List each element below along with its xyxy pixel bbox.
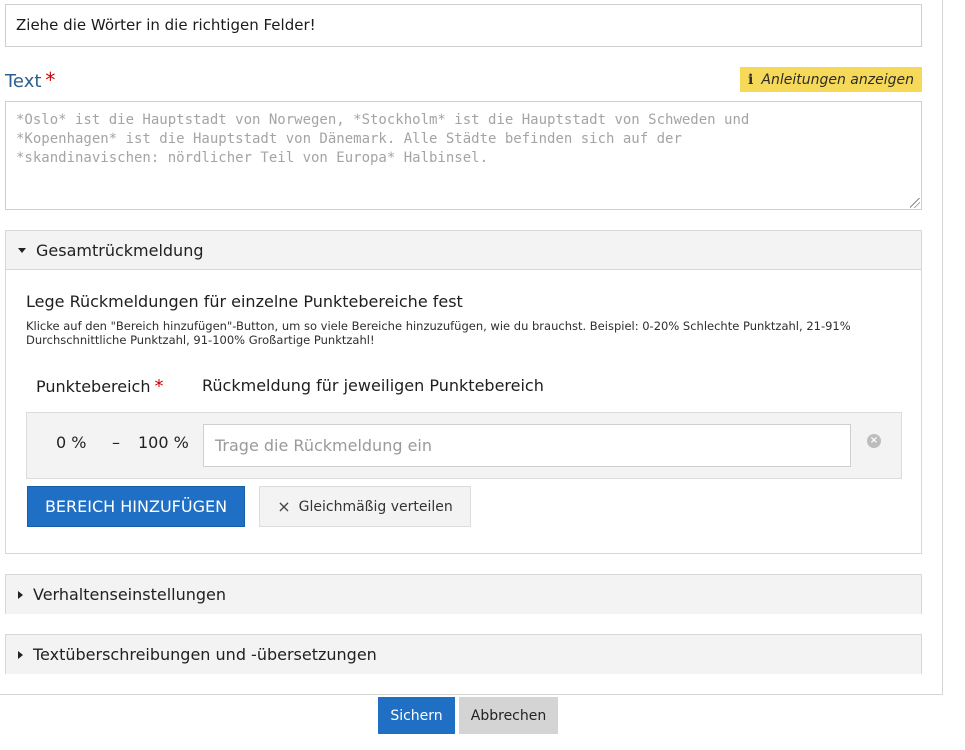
close-icon: × [277, 497, 291, 516]
column-header-feedback: Rückmeldung für jeweiligen Punktebereich [202, 376, 544, 395]
distribute-evenly-button[interactable]: × Gleichmäßig verteilen [259, 486, 471, 527]
remove-range-icon[interactable]: × [867, 434, 881, 448]
feedback-description: Klicke auf den "Bereich hinzufügen"-Butt… [26, 319, 851, 347]
editor-frame: Ziehe die Wörter in die richtigen Felder… [0, 0, 943, 695]
range-from-value[interactable]: 0 % [56, 433, 86, 452]
overall-feedback-header[interactable]: Gesamtrückmeldung [6, 231, 921, 270]
show-instructions-label: Anleitungen anzeigen [761, 71, 914, 88]
feedback-text-input[interactable]: Trage die Rückmeldung ein [203, 424, 851, 467]
caret-right-icon [18, 650, 23, 659]
caret-down-icon [18, 247, 26, 253]
task-title-input[interactable]: Ziehe die Wörter in die richtigen Felder… [5, 4, 922, 47]
cancel-button[interactable]: Abbrechen [459, 697, 558, 734]
caret-right-icon [18, 590, 23, 599]
feedback-range-row: 0 % – 100 % Trage die Rückmeldung ein × [26, 412, 902, 479]
resize-grip-icon[interactable] [910, 198, 920, 208]
text-input-area[interactable]: *Oslo* ist die Hauptstadt von Norwegen, … [5, 101, 922, 210]
text-label: Text [5, 71, 42, 92]
text-field-label: Text * [5, 68, 55, 92]
feedback-heading: Lege Rückmeldungen für einzelne Punktebe… [26, 292, 463, 311]
column-header-range: Punktebereich * [36, 376, 163, 397]
distribute-evenly-label: Gleichmäßig verteilen [298, 498, 453, 515]
overall-feedback-title: Gesamtrückmeldung [36, 240, 204, 260]
overall-feedback-section: Gesamtrückmeldung Lege Rückmeldungen für… [5, 230, 922, 554]
behaviour-settings-section: Verhaltenseinstellungen [5, 574, 922, 614]
info-icon: i [748, 71, 754, 88]
add-range-button[interactable]: BEREICH HINZUFÜGEN [27, 486, 245, 527]
text-overrides-header[interactable]: Textüberschreibungen und -übersetzungen [6, 635, 921, 674]
range-separator: – [112, 433, 120, 452]
required-marker: * [154, 376, 164, 397]
text-overrides-title: Textüberschreibungen und -übersetzungen [33, 645, 377, 664]
behaviour-settings-header[interactable]: Verhaltenseinstellungen [6, 575, 921, 614]
required-marker: * [45, 68, 56, 92]
save-button[interactable]: Sichern [378, 697, 455, 734]
show-instructions-button[interactable]: i Anleitungen anzeigen [740, 67, 922, 92]
text-overrides-section: Textüberschreibungen und -übersetzungen [5, 634, 922, 674]
column-range-label: Punktebereich [36, 377, 151, 396]
range-to-value[interactable]: 100 % [138, 433, 189, 452]
behaviour-settings-title: Verhaltenseinstellungen [33, 585, 227, 604]
